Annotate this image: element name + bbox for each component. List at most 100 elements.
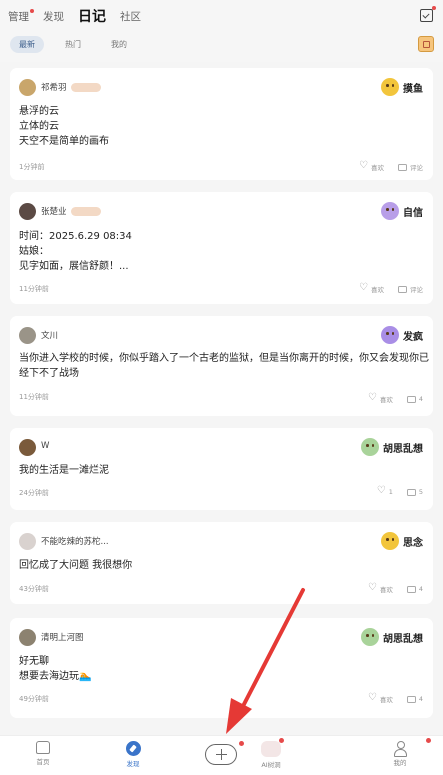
comment-button[interactable]: 4 xyxy=(406,585,423,593)
mood-face-icon xyxy=(381,326,399,344)
heart-icon xyxy=(359,160,368,171)
post-card[interactable]: 祁希羽 摸鱼 悬浮的云 立体的云 天空不是简单的画布 1分钟前 喜欢 评论 xyxy=(10,68,433,180)
mood-tag: 摸鱼 xyxy=(381,78,423,96)
comment-button[interactable]: 5 xyxy=(406,488,423,496)
checkin-icon[interactable] xyxy=(420,6,436,22)
comment-icon xyxy=(398,285,407,293)
compass-icon xyxy=(125,741,141,756)
comment-icon xyxy=(406,695,416,703)
subtab-mine[interactable]: 我的 xyxy=(102,36,136,53)
post-time: 1分钟前 xyxy=(19,163,45,171)
avatar[interactable] xyxy=(19,79,36,96)
username[interactable]: W xyxy=(41,441,49,451)
post-card[interactable]: 不能吃辣的苏柁... 思念 回忆成了大问题 我很想你 43分钟前 喜欢 4 xyxy=(10,522,433,604)
like-button[interactable]: 喜欢 xyxy=(368,392,393,405)
post-time: 49分钟前 xyxy=(19,695,49,703)
post-actions: 1 5 xyxy=(364,485,423,497)
notification-dot xyxy=(239,741,244,746)
avatar[interactable] xyxy=(19,533,36,550)
like-button[interactable]: 喜欢 xyxy=(368,582,393,595)
comment-icon xyxy=(406,488,416,496)
notification-dot xyxy=(432,6,436,10)
add-post-button[interactable] xyxy=(205,741,244,765)
bottom-nav: 首页 发现 AI树洞 我的 xyxy=(0,735,443,775)
badge-icon xyxy=(70,83,101,92)
mood-tag: 胡思乱想 xyxy=(361,628,423,646)
comment-button[interactable]: 评论 xyxy=(398,284,423,294)
nav-profile[interactable]: 我的 xyxy=(375,738,431,767)
comment-icon xyxy=(406,585,416,593)
heart-icon xyxy=(377,485,386,496)
username[interactable]: 张楚业 xyxy=(41,207,67,217)
mood-face-icon xyxy=(381,78,399,96)
avatar[interactable] xyxy=(19,439,36,456)
tab-community[interactable]: 社区 xyxy=(120,8,141,26)
mood-label: 发疯 xyxy=(403,331,423,343)
post-actions: 喜欢 4 xyxy=(355,582,423,595)
like-button[interactable]: 喜欢 xyxy=(359,160,384,173)
post-actions: 喜欢 4 xyxy=(355,392,423,405)
like-button[interactable]: 喜欢 xyxy=(359,282,384,295)
sub-tabs: 最新 热门 我的 xyxy=(10,36,148,53)
nav-discover[interactable]: 发现 xyxy=(108,741,158,768)
post-text: 好无聊 想要去海边玩🏊 xyxy=(19,656,92,682)
notification-dot xyxy=(30,9,34,13)
comment-button[interactable]: 4 xyxy=(406,395,423,403)
shop-icon[interactable] xyxy=(418,36,434,52)
comment-button[interactable]: 4 xyxy=(406,695,423,703)
avatar[interactable] xyxy=(19,629,36,646)
heart-icon xyxy=(368,582,377,593)
mood-face-icon xyxy=(381,532,399,550)
tab-diary[interactable]: 日记 xyxy=(78,8,106,26)
post-card[interactable]: 张楚业 自信 时间：2025.6.29 08:34 姑娘： 见字如面，展信舒颜！… xyxy=(10,192,433,304)
nav-home[interactable]: 首页 xyxy=(18,741,68,766)
like-button[interactable]: 喜欢 xyxy=(368,692,393,705)
heart-icon xyxy=(368,392,377,403)
username[interactable]: 清明上河图 xyxy=(41,631,84,643)
username[interactable]: 祁希羽 xyxy=(41,83,67,93)
mood-label: 思念 xyxy=(403,537,423,549)
home-icon xyxy=(36,741,50,754)
mood-label: 摸鱼 xyxy=(403,83,423,95)
nav-ai[interactable]: AI树洞 xyxy=(246,738,296,769)
tab-discover[interactable]: 发现 xyxy=(43,8,64,26)
post-card[interactable]: 清明上河图 胡思乱想 好无聊 想要去海边玩🏊 49分钟前 喜欢 4 xyxy=(10,618,433,718)
notification-dot xyxy=(426,738,431,743)
mood-face-icon xyxy=(361,628,379,646)
user-icon xyxy=(394,741,407,757)
post-actions: 喜欢 评论 xyxy=(346,160,423,173)
avatar[interactable] xyxy=(19,327,36,344)
username[interactable]: 不能吃辣的苏柁... xyxy=(41,535,109,547)
mood-face-icon xyxy=(361,438,379,456)
post-text: 回忆成了大问题 我很想你 xyxy=(19,560,133,571)
mood-tag: 自信 xyxy=(381,202,423,220)
post-actions: 喜欢 4 xyxy=(355,692,423,705)
post-text: 当你进入学校的时候，你似乎踏入了一个古老的监狱，但是当你离开的时候，你又会发现你… xyxy=(19,353,429,379)
notification-dot xyxy=(279,738,284,743)
mood-tag: 胡思乱想 xyxy=(361,438,423,456)
badge-icon xyxy=(70,207,101,216)
subtab-latest[interactable]: 最新 xyxy=(10,36,44,53)
like-button[interactable]: 1 xyxy=(377,485,393,497)
post-card[interactable]: W 胡思乱想 我的生活是一滩烂泥 24分钟前 1 5 xyxy=(10,428,433,510)
mood-tag: 发疯 xyxy=(381,326,423,344)
avatar[interactable] xyxy=(19,203,36,220)
mood-label: 胡思乱想 xyxy=(383,443,423,455)
main-tabs: 管理 发现 日记 社区 xyxy=(8,8,155,26)
mood-label: 自信 xyxy=(403,207,423,219)
post-time: 11分钟前 xyxy=(19,285,49,293)
tab-manage[interactable]: 管理 xyxy=(8,8,34,26)
top-bar: 管理 发现 日记 社区 最新 热门 我的 xyxy=(0,0,443,62)
mood-label: 胡思乱想 xyxy=(383,633,423,645)
post-time: 43分钟前 xyxy=(19,585,49,593)
heart-icon xyxy=(359,282,368,293)
subtab-hot[interactable]: 热门 xyxy=(56,36,90,53)
post-time: 11分钟前 xyxy=(19,393,49,401)
mood-tag: 思念 xyxy=(381,532,423,550)
comment-icon xyxy=(398,163,407,171)
comment-button[interactable]: 评论 xyxy=(398,162,423,172)
post-text: 悬浮的云 立体的云 天空不是简单的画布 xyxy=(19,106,109,147)
post-card[interactable]: 文川 发疯 当你进入学校的时候，你似乎踏入了一个古老的监狱，但是当你离开的时候，… xyxy=(10,316,433,416)
username[interactable]: 文川 xyxy=(41,329,58,341)
mood-face-icon xyxy=(381,202,399,220)
